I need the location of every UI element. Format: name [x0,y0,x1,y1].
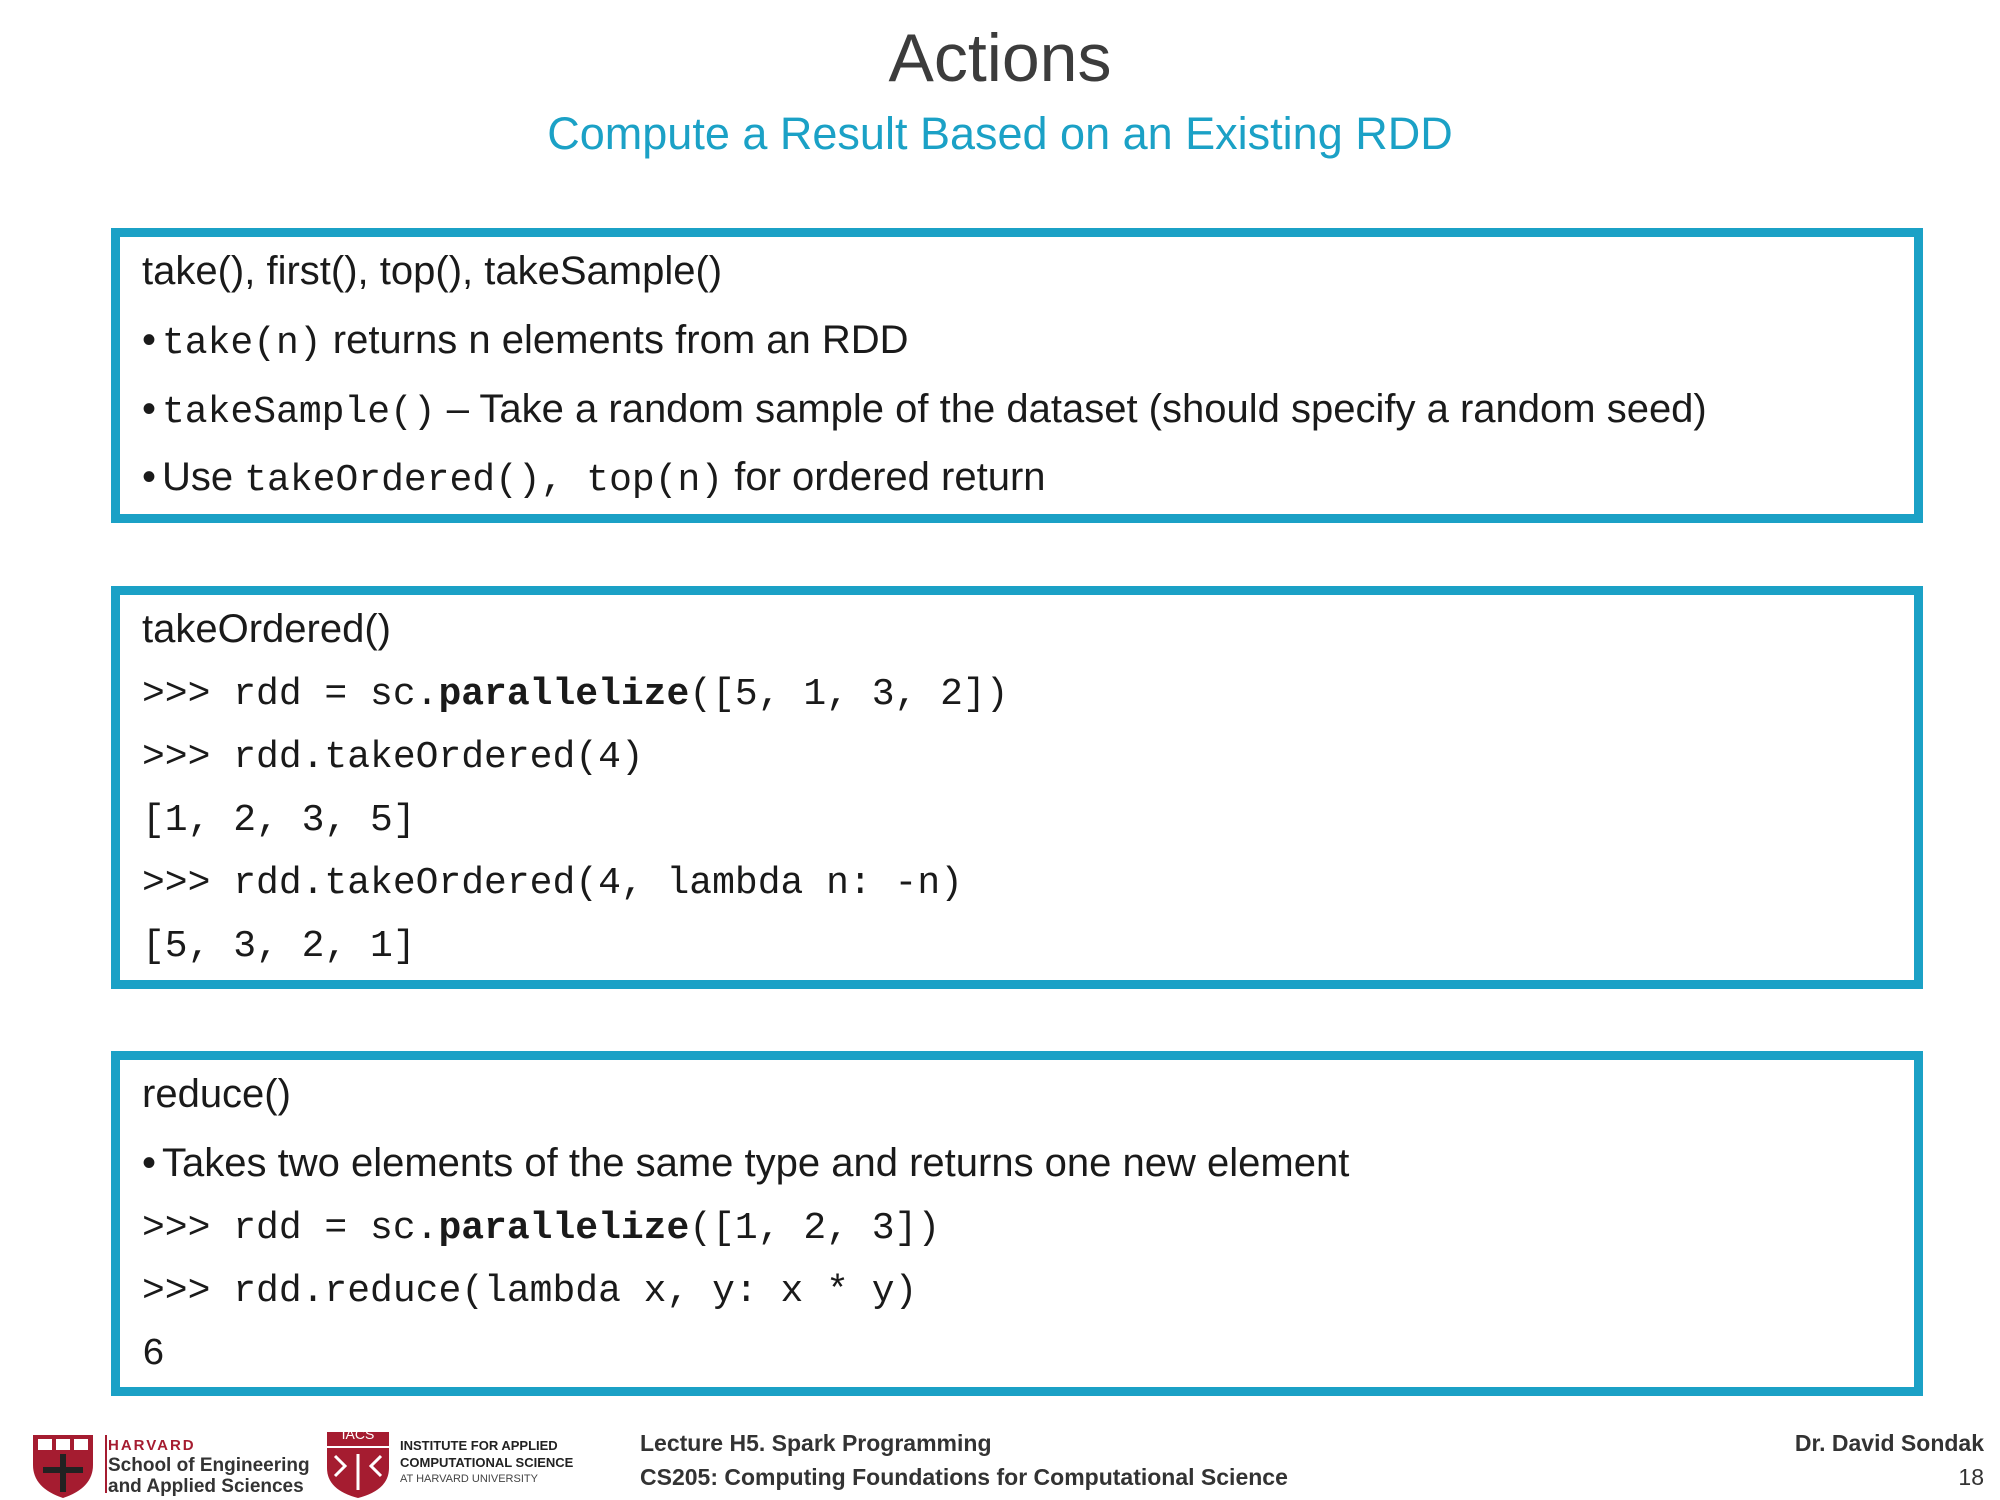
code-line: >>> rdd.reduce(lambda x, y: x * y) [142,1270,918,1313]
code-output: 6 [142,1333,165,1376]
code-snippet: takeSample() [162,391,436,434]
iacs-line-2: COMPUTATIONAL SCIENCE [400,1455,574,1470]
box3-bullet: • Takes two elements of the same type and… [142,1141,1350,1185]
code-output: [1, 2, 3, 5] [142,799,416,842]
bullet-text: returns n elements from an RDD [321,318,909,362]
code-bold: parallelize [438,673,690,716]
iacs-badge: IACS [341,1426,375,1442]
bullet-text: for ordered return [723,455,1046,499]
school-line-2: and Applied Sciences [108,1476,304,1497]
iacs-line-3: AT HARVARD UNIVERSITY [400,1473,538,1485]
lecture-title: Lecture H5. Spark Programming [640,1430,992,1456]
course-title: CS205: Computing Foundations for Computa… [640,1464,1288,1490]
box1-bullet-3: • Use takeOrdered(), top(n) for ordered r… [142,455,1046,502]
code-line: >>> rdd = sc.parallelize([5, 1, 3, 2]) [142,671,1009,719]
reduce-box: reduce() • Takes two elements of the same… [111,1051,1923,1396]
bullet-text: – Take a random sample of the dataset (s… [435,387,1707,431]
box2-heading: takeOrdered() [142,607,391,651]
code-part: >>> rdd = sc. [142,1207,439,1250]
slide-title: Actions [888,20,1112,96]
slide-subtitle: Compute a Result Based on an Existing RD… [547,108,1453,159]
code-snippet: take(n) [162,322,322,365]
slide-footer: HARVARD School of Engineering and Applie… [0,1425,2000,1500]
code-line: >>> rdd.takeOrdered(4) [142,736,644,779]
box1-heading: take(), first(), top(), takeSample() [142,249,723,293]
code-line: >>> rdd.takeOrdered(4, lambda n: -n) [142,862,963,905]
take-first-top-box: take(), first(), top(), takeSample() • ta… [111,228,1923,523]
code-output: [5, 3, 2, 1] [142,925,416,968]
bullet-prefix: Use [162,455,245,499]
code-part: >>> rdd = sc. [142,673,439,716]
box1-bullet-2: • takeSample() – Take a random sample of … [142,387,1707,434]
bullet-text: Takes two elements of the same type and … [162,1141,1350,1185]
iacs-line-1: INSTITUTE FOR APPLIED [400,1438,558,1453]
author-name: Dr. David Sondak [1794,1430,1984,1456]
code-line: >>> rdd = sc.parallelize([1, 2, 3]) [142,1205,940,1253]
code-bold: parallelize [438,1207,690,1250]
logo-divider [105,1435,107,1493]
box3-heading: reduce() [142,1072,291,1116]
page-number: 18 [1958,1464,1984,1490]
box1-bullet-1: • take(n) returns n elements from an RDD [142,318,909,365]
take-ordered-box: takeOrdered() >>> rdd = sc.parallelize([… [111,586,1923,989]
harvard-shield-icon [33,1435,93,1498]
school-line-1: School of Engineering [108,1455,310,1476]
code-part: ([5, 1, 3, 2]) [689,673,1009,716]
code-part: ([1, 2, 3]) [689,1207,941,1250]
code-snippet: takeOrdered(), top(n) [244,459,724,502]
